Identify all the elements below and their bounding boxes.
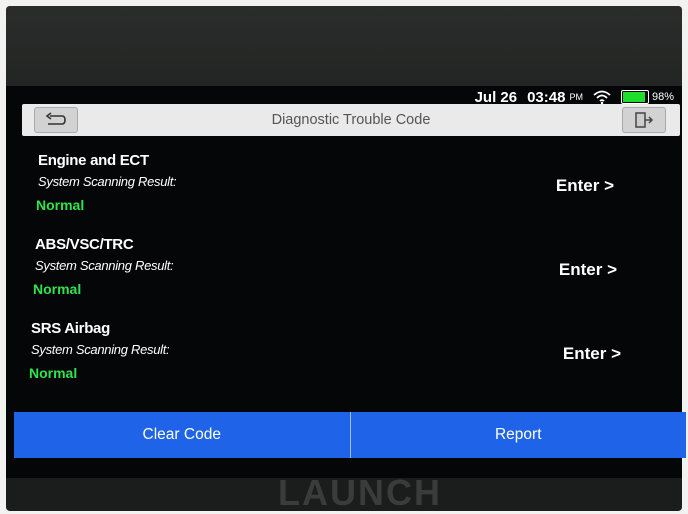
battery-fill bbox=[622, 92, 645, 102]
enter-button[interactable]: Enter > bbox=[563, 344, 621, 364]
system-result: Normal bbox=[29, 365, 78, 381]
brand-logo: LAUNCH bbox=[278, 472, 442, 513]
action-bar: Clear Code Report bbox=[14, 412, 686, 458]
system-name: Engine and ECT bbox=[38, 152, 149, 169]
system-row-engine: Engine and ECT System Scanning Result: N… bbox=[34, 152, 654, 234]
system-scan-label: System Scanning Result: bbox=[38, 174, 177, 189]
system-scan-label: System Scanning Result: bbox=[35, 258, 174, 273]
status-ampm: PM bbox=[569, 92, 583, 102]
system-name: SRS Airbag bbox=[31, 320, 110, 337]
title-bar: Diagnostic Trouble Code bbox=[22, 104, 680, 136]
wifi-icon bbox=[593, 90, 611, 104]
device-bezel bbox=[6, 6, 682, 86]
report-button[interactable]: Report bbox=[349, 412, 686, 458]
exit-button[interactable] bbox=[622, 107, 666, 133]
battery-indicator: 98% bbox=[620, 90, 674, 104]
system-row-abs: ABS/VSC/TRC System Scanning Result: Norm… bbox=[31, 236, 657, 318]
system-result: Normal bbox=[36, 197, 85, 213]
battery-percent: 98% bbox=[651, 91, 674, 103]
status-date: Jul 26 bbox=[474, 88, 518, 106]
clear-code-button[interactable]: Clear Code bbox=[14, 412, 350, 458]
enter-button[interactable]: Enter > bbox=[559, 260, 617, 280]
system-row-srs: SRS Airbag System Scanning Result: Norma… bbox=[27, 320, 661, 402]
status-time: 03:48 bbox=[527, 88, 566, 106]
page-title: Diagnostic Trouble Code bbox=[271, 112, 431, 128]
exit-icon bbox=[635, 112, 654, 128]
back-arrow-icon bbox=[45, 112, 66, 125]
system-scan-label: System Scanning Result: bbox=[31, 342, 170, 357]
enter-button[interactable]: Enter > bbox=[556, 176, 614, 196]
system-name: ABS/VSC/TRC bbox=[35, 236, 134, 253]
battery-icon bbox=[620, 90, 649, 104]
back-button[interactable] bbox=[34, 107, 78, 133]
system-result: Normal bbox=[33, 281, 82, 297]
